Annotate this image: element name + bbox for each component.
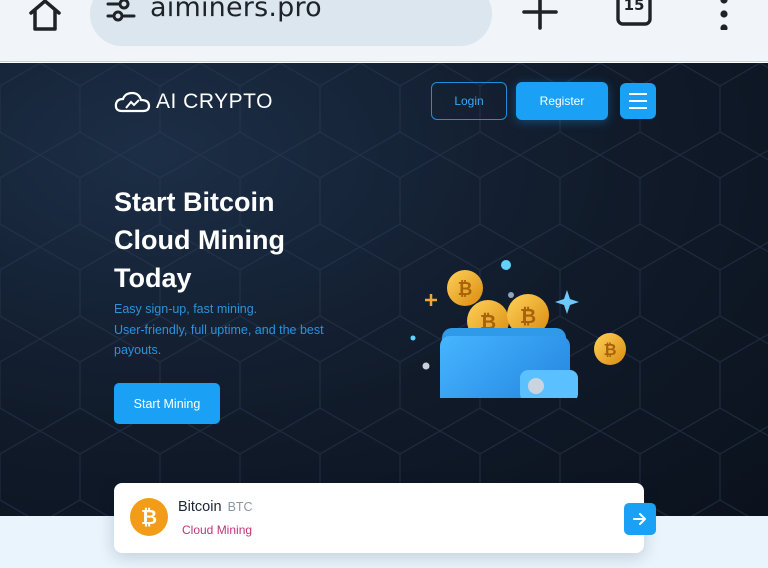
- coin-card[interactable]: ₿ Bitcoin BTC Cloud Mining: [114, 483, 656, 553]
- arrow-right-icon: [633, 513, 646, 525]
- url-text[interactable]: aiminers.pro: [150, 0, 322, 23]
- hero-title: Start Bitcoin Cloud Mining Today: [114, 183, 394, 297]
- coin-name: Bitcoin BTC: [178, 499, 253, 515]
- cloud-logo-icon: [114, 91, 151, 113]
- hero-subtitle-line: Easy sign-up, fast mining.: [114, 302, 258, 316]
- wallet-illustration: ₿ ₿ ₿ ₿: [410, 260, 626, 398]
- browser-toolbar: aiminers.pro 15: [0, 0, 768, 62]
- svg-text:₿: ₿: [603, 340, 616, 359]
- hero-title-line: Today: [114, 263, 192, 293]
- home-icon: [29, 0, 61, 31]
- svg-text:₿: ₿: [458, 279, 473, 300]
- bitcoin-coin-icon: ₿: [594, 333, 626, 365]
- hero-title-line: Start Bitcoin: [114, 187, 275, 217]
- hero-section: AI CRYPTO Login Register Start Bitcoin C…: [0, 63, 768, 516]
- site-settings-icon[interactable]: [104, 0, 138, 28]
- start-mining-button[interactable]: Start Mining: [114, 383, 220, 424]
- svg-text:₿: ₿: [520, 304, 536, 328]
- coin-ticker: BTC: [227, 500, 253, 514]
- login-button[interactable]: Login: [431, 82, 507, 120]
- site-logo[interactable]: AI CRYPTO: [114, 89, 273, 115]
- new-tab-icon[interactable]: [520, 0, 560, 32]
- hero-subtitle-line: payouts.: [114, 343, 162, 357]
- register-button[interactable]: Register: [516, 82, 608, 120]
- hero-subtitle: Easy sign-up, fast mining. User-friendly…: [114, 299, 374, 361]
- menu-button[interactable]: [620, 83, 656, 119]
- coin-type: Cloud Mining: [182, 523, 253, 537]
- hero-title-line: Cloud Mining: [114, 225, 285, 255]
- tab-count: 15: [623, 0, 645, 14]
- tabs-button[interactable]: 15: [614, 0, 654, 28]
- hamburger-icon: [629, 93, 647, 109]
- home-button[interactable]: [22, 0, 68, 38]
- bitcoin-icon: ₿: [130, 498, 168, 536]
- svg-text:₿: ₿: [141, 505, 157, 529]
- hero-subtitle-line: User-friendly, full uptime, and the best: [114, 322, 324, 337]
- coin-card-arrow-button[interactable]: [624, 503, 656, 535]
- logo-text: AI CRYPTO: [156, 90, 273, 113]
- bitcoin-coin-icon: ₿: [447, 270, 483, 306]
- more-vert-icon[interactable]: [714, 0, 734, 30]
- coin-name-label: Bitcoin: [178, 499, 222, 515]
